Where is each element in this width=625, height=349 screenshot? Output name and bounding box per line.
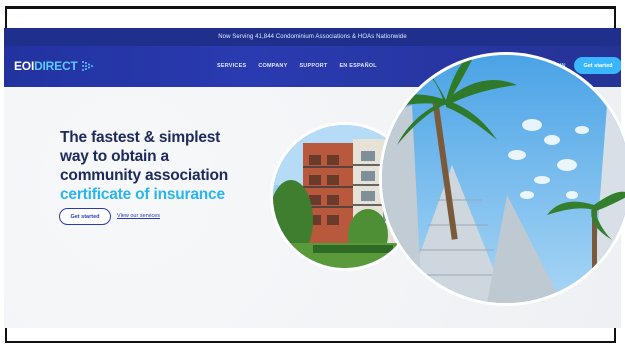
headline-line-2: way to obtain a xyxy=(60,148,169,165)
hero-headline: The fastest & simplest way to obtain a c… xyxy=(60,128,228,204)
palm-tree-skyscraper-photo xyxy=(382,55,625,303)
nav-en-espanol[interactable]: EN ESPAÑOL xyxy=(339,63,376,69)
view-services-link[interactable]: View our services xyxy=(117,213,160,219)
logo-arrow-icon xyxy=(81,61,93,71)
logo[interactable]: EOI DIRECT xyxy=(14,59,94,73)
headline-line-3: community association xyxy=(60,167,229,184)
logo-eoi: EOI xyxy=(14,59,35,73)
nav-company[interactable]: COMPANY xyxy=(258,63,287,69)
headline-line-1: The fastest & simplest xyxy=(60,129,221,146)
announcement-bar: Now Serving 41,844 Condominium Associati… xyxy=(4,28,621,46)
nav-support[interactable]: SUPPORT xyxy=(299,63,327,69)
main-menu: SERVICES COMPANY SUPPORT EN ESPAÑOL xyxy=(217,63,377,69)
get-started-hero-button[interactable]: Get started xyxy=(59,208,111,225)
headline-accent: certificate of insurance xyxy=(60,186,225,203)
logo-direct: DIRECT xyxy=(34,59,78,73)
nav-services[interactable]: SERVICES xyxy=(217,63,246,69)
get-started-nav-button[interactable]: Get started xyxy=(574,57,621,74)
